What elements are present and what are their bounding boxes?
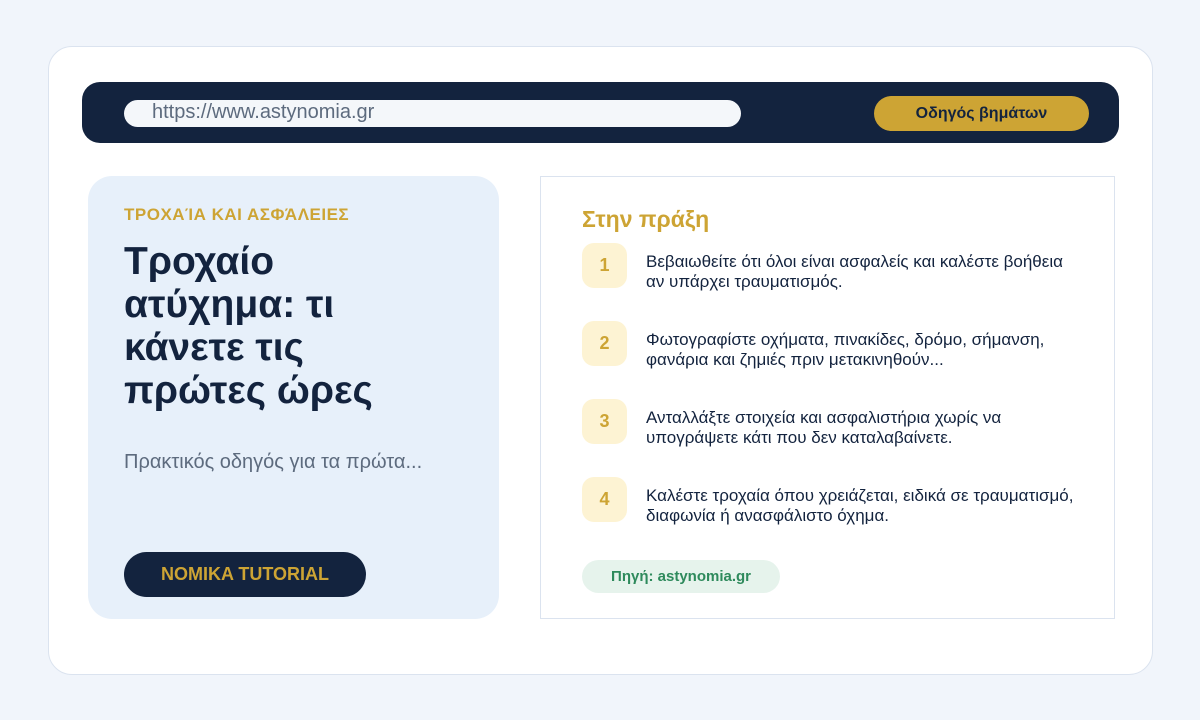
- step-number-badge: 4: [582, 477, 627, 522]
- category-label: ΤΡΟΧΑΊΑ ΚΑΙ ΑΣΦΆΛΕΙΕΣ: [124, 205, 350, 224]
- practice-title: Στην πράξη: [582, 206, 710, 232]
- step-number-badge: 1: [582, 243, 627, 288]
- step-item: 2 Φωτογραφίστε οχήματα, πινακίδες, δρόμο…: [582, 321, 1082, 369]
- step-text: Ανταλλάξτε στοιχεία και ασφαλιστήρια χωρ…: [646, 408, 1002, 447]
- step-number-badge: 2: [582, 321, 627, 366]
- source-badge: Πηγή: astynomia.gr: [582, 560, 780, 593]
- step-number-badge: 3: [582, 399, 627, 444]
- step-text: Φωτογραφίστε οχήματα, πινακίδες, δρόμο, …: [646, 330, 1045, 369]
- step-text: Καλέστε τροχαία όπου χρειάζεται, ειδικά …: [646, 486, 1074, 525]
- step-guide-button[interactable]: Οδηγός βημάτων: [874, 96, 1089, 131]
- url-bar[interactable]: https://www.astynomia.gr: [124, 100, 741, 127]
- page-title: Τροχαίο ατύχημα: τι κάνετε τις πρώτες ώρ…: [124, 240, 373, 412]
- hero-panel: ΤΡΟΧΑΊΑ ΚΑΙ ΑΣΦΆΛΕΙΕΣ Τροχαίο ατύχημα: τ…: [88, 176, 499, 619]
- page-subtitle: Πρακτικός οδηγός για τα πρώτα...: [124, 451, 423, 473]
- step-item: 1 Βεβαιωθείτε ότι όλοι είναι ασφαλείς κα…: [582, 243, 1082, 291]
- step-text: Βεβαιωθείτε ότι όλοι είναι ασφαλείς και …: [646, 252, 1063, 291]
- step-item: 3 Ανταλλάξτε στοιχεία και ασφαλιστήρια χ…: [582, 399, 1082, 447]
- browser-toolbar: https://www.astynomia.gr Οδηγός βημάτων: [82, 82, 1119, 143]
- step-item: 4 Καλέστε τροχαία όπου χρειάζεται, ειδικ…: [582, 477, 1082, 525]
- tutorial-button[interactable]: NOMIKA TUTORIAL: [124, 552, 366, 597]
- practice-panel: Στην πράξη 1 Βεβαιωθείτε ότι όλοι είναι …: [540, 176, 1115, 619]
